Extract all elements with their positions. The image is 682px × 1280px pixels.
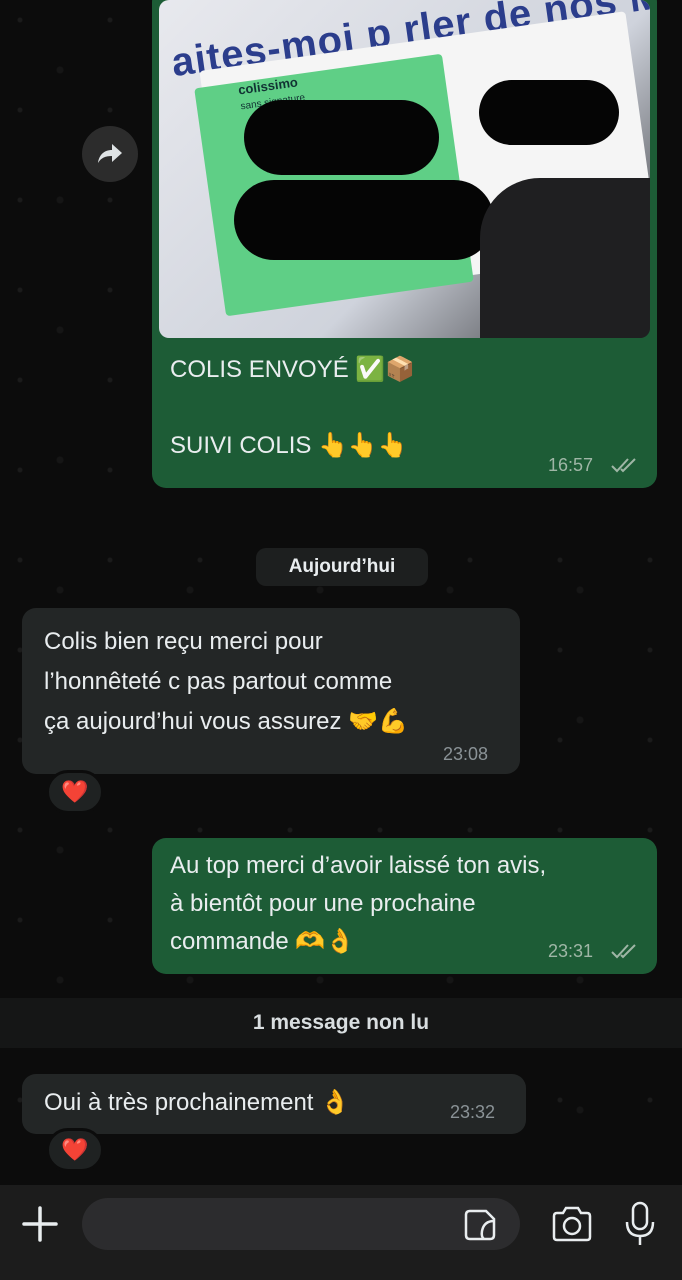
plus-icon[interactable] — [20, 1204, 60, 1244]
message-line: Au top merci d’avoir laissé ton avis, — [170, 852, 547, 879]
sent-message[interactable]: Au top merci d’avoir laissé ton avis, à … — [152, 838, 657, 974]
sent-image-message[interactable]: aites-moi p rler de nos Mobile colissimo… — [152, 0, 657, 488]
heart-icon: ❤️ — [61, 779, 89, 805]
redaction-block — [479, 80, 619, 145]
message-line: Oui à très prochainement 👌 — [44, 1089, 351, 1116]
message-line: COLIS ENVOYÉ ✅📦 — [170, 356, 416, 383]
camera-icon[interactable] — [550, 1204, 594, 1244]
forward-icon — [98, 144, 122, 163]
message-line: ça aujourd’hui vous assurez 🤝💪 — [44, 708, 408, 735]
message-line: SUIVI COLIS 👆👆👆 — [170, 432, 408, 459]
sticker-icon[interactable] — [462, 1207, 498, 1243]
message-line: Colis bien reçu merci pour — [44, 628, 323, 655]
forward-button[interactable] — [82, 126, 138, 182]
message-time: 16:57 — [548, 455, 594, 475]
double-check-icon — [611, 458, 636, 473]
message-line: à bientôt pour une prochaine — [170, 890, 476, 917]
heart-reaction[interactable]: ❤️ — [46, 770, 104, 814]
heart-icon: ❤️ — [61, 1137, 89, 1163]
redaction-block — [234, 180, 494, 260]
photo-dark-area — [480, 178, 650, 338]
double-check-icon — [611, 944, 636, 959]
microphone-icon[interactable] — [622, 1200, 658, 1248]
received-message[interactable]: Colis bien reçu merci pour l’honnêteté c… — [22, 608, 520, 774]
redaction-block — [244, 100, 439, 175]
heart-reaction[interactable]: ❤️ — [46, 1128, 104, 1172]
message-time: 23:31 — [548, 941, 594, 961]
message-time: 23:32 — [450, 1102, 496, 1122]
unread-messages-divider: 1 message non lu — [0, 998, 682, 1048]
message-line: commande 🫶👌 — [170, 928, 356, 955]
message-time: 23:08 — [443, 744, 489, 764]
received-message[interactable]: Oui à très prochainement 👌 23:32 — [22, 1074, 526, 1134]
message-line: l’honnêteté c pas partout comme — [44, 668, 393, 695]
message-input[interactable] — [82, 1198, 520, 1250]
package-photo[interactable]: aites-moi p rler de nos Mobile colissimo… — [159, 0, 650, 338]
date-separator: Aujourd’hui — [256, 548, 428, 586]
